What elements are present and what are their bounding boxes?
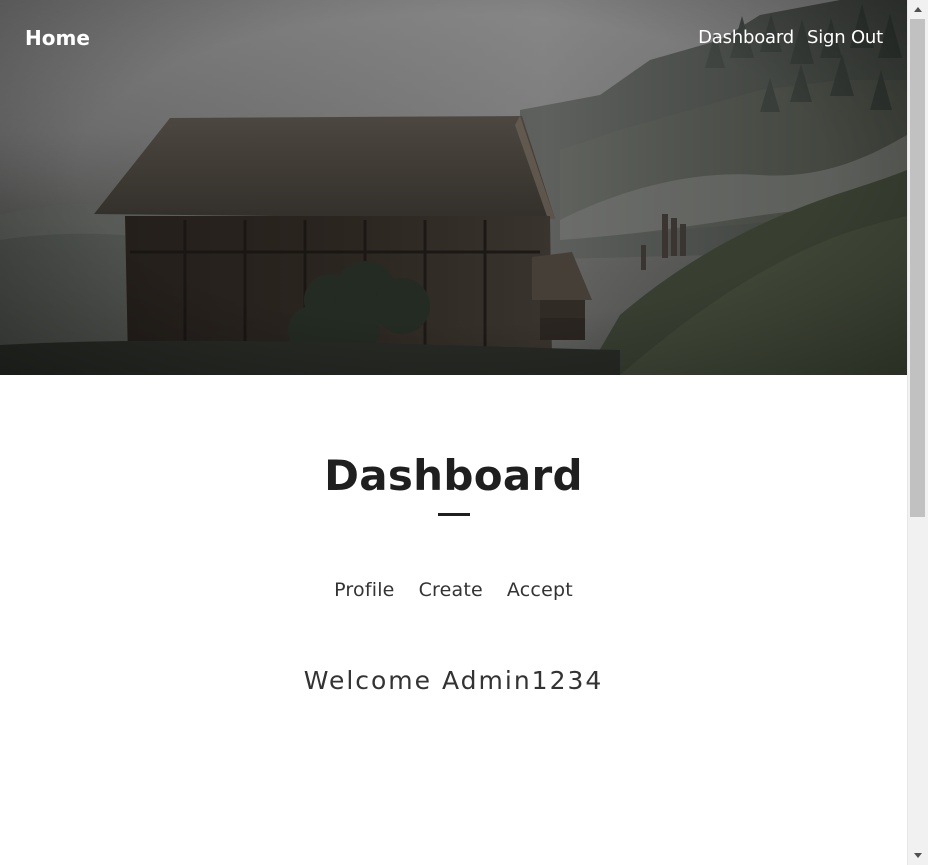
dashboard-sub-nav: Profile Create Accept — [0, 576, 907, 604]
top-navbar: Home Dashboard Sign Out — [0, 0, 907, 76]
title-underline — [438, 513, 470, 516]
page: Home Dashboard Sign Out Dashboard Profil… — [0, 0, 928, 865]
dashboard-main: Dashboard Profile Create Accept Welcome … — [0, 375, 907, 865]
page-title: Dashboard — [324, 451, 583, 500]
create-link[interactable]: Create — [419, 576, 483, 604]
scroll-up-arrow-icon[interactable] — [908, 0, 928, 19]
vertical-scrollbar[interactable] — [907, 0, 928, 865]
accept-link[interactable]: Accept — [507, 576, 573, 604]
profile-link[interactable]: Profile — [334, 576, 394, 604]
dashboard-link[interactable]: Dashboard — [698, 25, 794, 51]
top-nav-links: Dashboard Sign Out — [698, 25, 883, 51]
welcome-message: Welcome Admin1234 — [303, 666, 604, 695]
scroll-down-arrow-icon[interactable] — [908, 846, 928, 865]
home-link[interactable]: Home — [25, 24, 90, 52]
content-area: Home Dashboard Sign Out Dashboard Profil… — [0, 0, 907, 865]
sign-out-link[interactable]: Sign Out — [807, 25, 883, 51]
scroll-thumb[interactable] — [910, 19, 925, 517]
